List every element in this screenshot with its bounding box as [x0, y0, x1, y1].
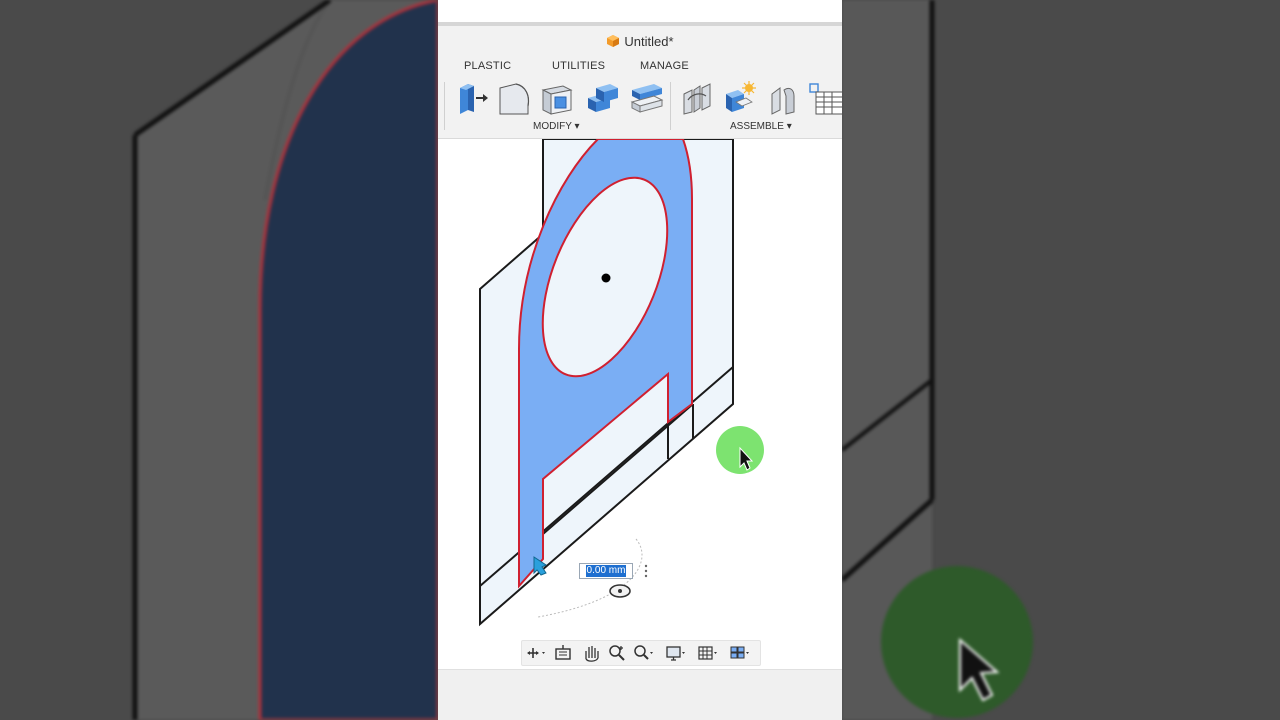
tab-manage[interactable]: MANAGE: [640, 60, 689, 72]
press-pull-icon[interactable]: [454, 80, 490, 116]
modify-menu[interactable]: MODIFY ▾: [533, 121, 580, 132]
center-point[interactable]: [601, 273, 611, 283]
offset-face-icon[interactable]: [628, 80, 664, 116]
tab-utilities[interactable]: UTILITIES: [552, 60, 605, 72]
joint-origin-icon[interactable]: [766, 80, 802, 116]
title-bar: Untitled*: [438, 26, 842, 56]
tab-plastic[interactable]: PLASTIC: [464, 60, 511, 72]
workspace-tabs: PLASTIC UTILITIES MANAGE: [438, 56, 842, 76]
assemble-menu[interactable]: ASSEMBLE ▾: [730, 121, 792, 132]
backdrop-left: [0, 0, 438, 720]
look-at-icon[interactable]: [552, 643, 574, 663]
toolbar-divider: [444, 82, 445, 130]
backdrop-right-zoom: [842, 0, 1033, 720]
as-built-joint-icon[interactable]: [722, 80, 758, 116]
display-settings-icon[interactable]: [664, 643, 686, 663]
table-icon[interactable]: [808, 80, 842, 116]
backdrop-right: [842, 0, 1280, 720]
bottom-bar: [438, 669, 842, 720]
more-options-icon[interactable]: [643, 563, 649, 579]
zoom-window-icon[interactable]: [632, 643, 654, 663]
joint-icon[interactable]: [680, 80, 716, 116]
canvas-viewport[interactable]: [438, 139, 842, 669]
rotate-handle-icon[interactable]: [609, 584, 631, 598]
zoom-icon[interactable]: [606, 643, 628, 663]
model-canvas[interactable]: [438, 139, 842, 669]
toolbar: MODIFY ▾ ASSEMBLE ▾: [438, 76, 842, 139]
pan-icon[interactable]: [580, 643, 602, 663]
toolbar-divider: [670, 82, 671, 130]
navigation-bar: [521, 640, 761, 666]
combine-icon[interactable]: [584, 80, 620, 116]
shell-icon[interactable]: [539, 80, 575, 116]
viewports-icon[interactable]: [728, 643, 750, 663]
fusion-window: Untitled* PLASTIC UTILITIES MANAGE MODIF…: [438, 0, 842, 720]
document-cube-icon: [607, 35, 620, 47]
grid-settings-icon[interactable]: [696, 643, 718, 663]
dimension-input[interactable]: 0.00 mm: [579, 563, 633, 579]
dimension-value: 0.00 mm: [585, 565, 627, 577]
fillet-icon[interactable]: [496, 80, 532, 116]
orbit-icon[interactable]: [524, 643, 546, 663]
backdrop-left-zoom: [132, 0, 438, 720]
top-strip: [438, 0, 842, 22]
document-title: Untitled*: [624, 33, 674, 49]
